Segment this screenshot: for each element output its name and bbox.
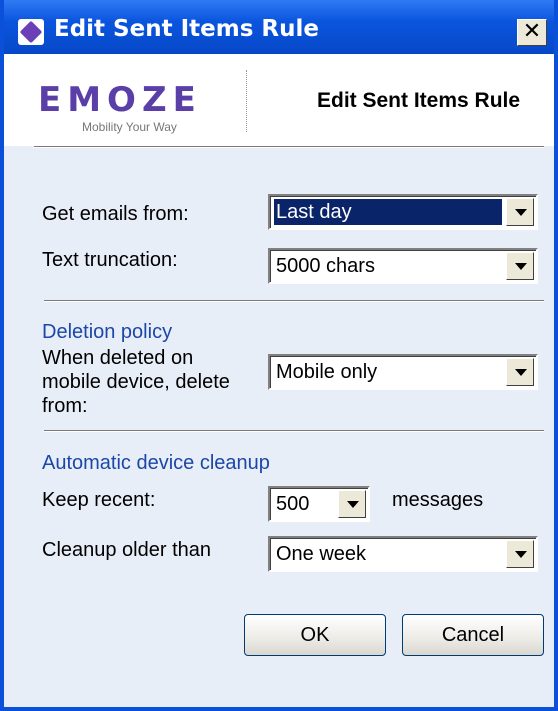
title-bar[interactable]: Edit Sent Items Rule ✕: [4, 0, 554, 54]
header-divider: [246, 70, 247, 132]
cleanup-older-select[interactable]: One week: [268, 536, 538, 572]
keep-recent-select[interactable]: 500: [268, 486, 370, 522]
chevron-down-icon[interactable]: [506, 252, 534, 280]
text-truncation-label: Text truncation:: [42, 249, 178, 271]
section-separator: [44, 430, 544, 432]
close-button[interactable]: ✕: [517, 19, 547, 46]
keep-recent-label: Keep recent:: [42, 489, 156, 511]
section-separator: [44, 300, 544, 302]
get-emails-label: Get emails from:: [42, 203, 189, 225]
logo-wordmark: EMOZE: [38, 80, 202, 120]
window-title: Edit Sent Items Rule: [54, 16, 319, 42]
dialog-window: Edit Sent Items Rule ✕ EMOZE Mobility Yo…: [0, 0, 558, 711]
logo-tagline: Mobility Your Way: [82, 120, 177, 134]
cancel-button[interactable]: Cancel: [402, 614, 544, 656]
app-icon: [18, 19, 44, 45]
header-separator: [34, 146, 544, 148]
emoze-logo: EMOZE Mobility Your Way: [32, 80, 232, 140]
cleanup-heading: Automatic device cleanup: [42, 452, 270, 474]
keep-recent-suffix: messages: [392, 489, 484, 511]
ok-button[interactable]: OK: [244, 614, 386, 656]
cleanup-older-label: Cleanup older than: [42, 539, 212, 561]
chevron-down-icon[interactable]: [506, 358, 534, 386]
chevron-down-icon[interactable]: [506, 198, 534, 226]
deletion-label-line3: from:: [42, 395, 88, 417]
get-emails-value: Last day: [274, 199, 502, 225]
page-title: Edit Sent Items Rule: [317, 89, 521, 112]
get-emails-select[interactable]: Last day: [268, 194, 538, 230]
cleanup-older-value: One week: [276, 543, 367, 565]
keep-recent-value: 500: [276, 493, 310, 515]
deletion-label-line2: mobile device, delete: [42, 371, 230, 393]
deletion-policy-heading: Deletion policy: [42, 321, 173, 343]
close-icon: ✕: [522, 19, 542, 44]
deletion-policy-value: Mobile only: [276, 361, 378, 383]
text-truncation-value: 5000 chars: [276, 255, 375, 277]
text-truncation-select[interactable]: 5000 chars: [268, 248, 538, 284]
chevron-down-icon[interactable]: [506, 540, 534, 568]
chevron-down-icon[interactable]: [338, 490, 366, 518]
deletion-label-line1: When deleted on: [42, 347, 194, 369]
deletion-policy-select[interactable]: Mobile only: [268, 354, 538, 390]
